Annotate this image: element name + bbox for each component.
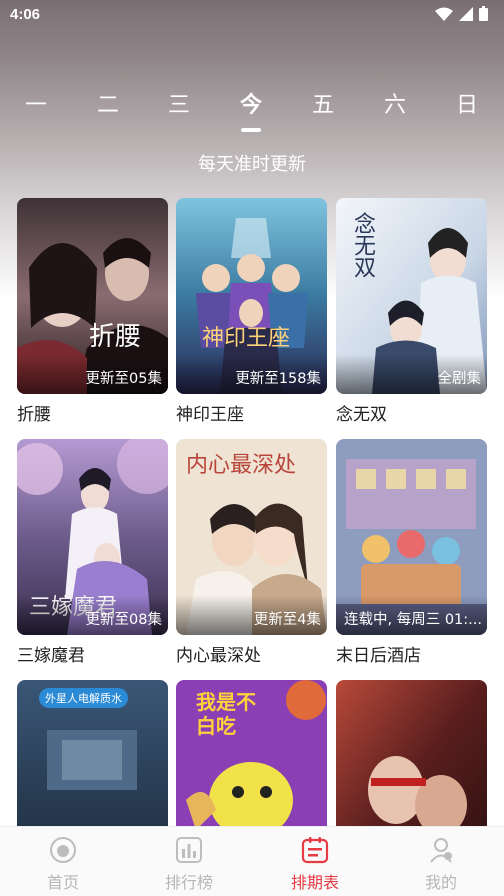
day-label: 一	[24, 93, 47, 118]
schedule-icon	[301, 837, 329, 864]
episode-badge: 全剧集	[437, 371, 482, 387]
bottom-tab-bar: 首页 排行榜 排期表 我的	[0, 826, 504, 896]
poster-title-art: 外星人电解质水	[39, 688, 128, 708]
tab-label: 我的	[424, 873, 457, 892]
day-label: 今	[239, 93, 262, 118]
status-time: 4:06	[10, 6, 41, 23]
tab-day-fri[interactable]: 五	[303, 88, 343, 124]
tab-day-sat[interactable]: 六	[375, 88, 415, 124]
page-subtitle: 每天准时更新	[198, 154, 306, 175]
tab-day-sun[interactable]: 日	[447, 88, 487, 124]
show-card[interactable]: 三嫁魔君 更新至08集 三嫁魔君	[17, 439, 168, 666]
show-poster: 三嫁魔君 更新至08集	[17, 439, 168, 635]
episode-badge: 连载中, 每周三 01:...	[344, 612, 482, 628]
show-title: 折腰	[17, 405, 51, 425]
day-label: 日	[455, 93, 478, 118]
tab-day-tue[interactable]: 二	[88, 88, 128, 124]
status-icons	[435, 6, 488, 21]
show-title: 末日后酒店	[336, 646, 421, 666]
tab-label: 首页	[46, 873, 79, 892]
poster-title-art: 折腰	[89, 322, 142, 352]
episode-badge: 更新至158集	[235, 371, 321, 387]
show-poster: 内心最深处 更新至4集	[176, 439, 327, 635]
show-card[interactable]: 折腰 更新至05集 折腰	[17, 198, 168, 425]
poster-title-art: 念无双	[350, 212, 375, 278]
show-title: 三嫁魔君	[17, 646, 85, 666]
active-day-indicator	[241, 128, 261, 132]
signal-icon	[459, 6, 473, 21]
poster-title-art: 内心最深处	[186, 453, 297, 478]
profile-icon	[430, 838, 452, 863]
tab-label: 排行榜	[164, 873, 213, 892]
ranking-icon	[176, 837, 202, 863]
tab-label: 排期表	[290, 873, 339, 892]
show-poster: 念无双 全剧集	[336, 198, 487, 394]
show-poster: 神印王座 更新至158集	[176, 198, 327, 394]
tab-ranking[interactable]: 排行榜	[144, 835, 234, 893]
poster-title-art: 神印王座	[202, 326, 291, 351]
show-title: 神印王座	[176, 405, 244, 425]
weekday-tabs: 一 二 三 今 五 六 日	[0, 88, 504, 138]
tab-day-mon[interactable]: 一	[16, 88, 56, 124]
day-label: 二	[96, 93, 119, 118]
tab-schedule[interactable]: 排期表	[270, 835, 360, 893]
episode-badge: 更新至05集	[85, 371, 162, 387]
day-label: 五	[311, 93, 334, 118]
poster-title-art: 我是不白吃	[196, 690, 256, 738]
show-poster: 连载中, 每周三 01:...	[336, 439, 487, 635]
show-card[interactable]: 念无双 全剧集 念无双	[336, 198, 487, 425]
show-card[interactable]: 神印王座 更新至158集 神印王座	[176, 198, 327, 425]
status-bar: 4:06	[0, 0, 504, 30]
episode-badge: 更新至4集	[253, 612, 321, 628]
battery-icon	[479, 6, 488, 21]
tab-day-today[interactable]: 今	[231, 88, 271, 132]
tab-profile[interactable]: 我的	[396, 835, 486, 893]
episode-badge: 更新至08集	[85, 612, 162, 628]
show-card[interactable]: 内心最深处 更新至4集 内心最深处	[176, 439, 327, 666]
show-poster: 折腰 更新至05集	[17, 198, 168, 394]
show-card[interactable]: 连载中, 每周三 01:... 末日后酒店	[336, 439, 487, 666]
tab-day-wed[interactable]: 三	[159, 88, 199, 124]
show-title: 念无双	[336, 405, 387, 425]
show-title: 内心最深处	[176, 646, 261, 666]
home-icon	[50, 837, 76, 863]
day-label: 六	[383, 93, 406, 118]
wifi-icon	[435, 7, 453, 21]
day-label: 三	[167, 93, 190, 118]
tab-home[interactable]: 首页	[18, 835, 108, 893]
